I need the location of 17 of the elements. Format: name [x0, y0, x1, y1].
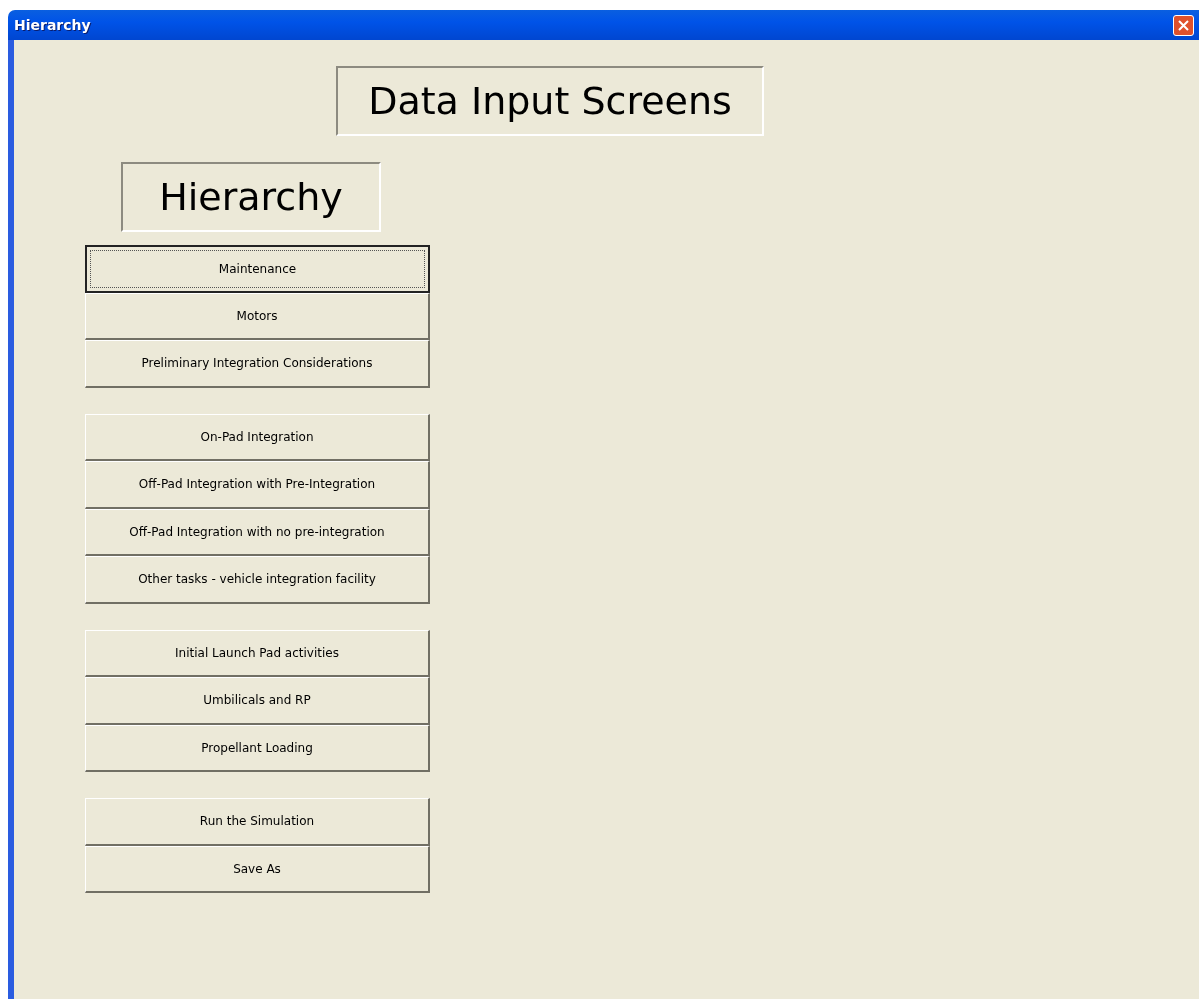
menu-button[interactable]: Initial Launch Pad activities: [85, 629, 430, 677]
menu-button[interactable]: Motors: [85, 292, 430, 340]
menu-button[interactable]: Umbilicals and RP: [85, 677, 430, 725]
menu-button[interactable]: Off-Pad Integration with no pre-integration: [85, 508, 430, 556]
close-icon: [1177, 18, 1190, 32]
menu-button[interactable]: Off-Pad Integration with Pre-Integration: [85, 461, 430, 509]
menu-button[interactable]: Save As: [85, 845, 430, 893]
menu-button[interactable]: Propellant Loading: [85, 724, 430, 772]
menu-button[interactable]: Run the Simulation: [85, 798, 430, 846]
section-label: Hierarchy: [121, 162, 381, 232]
menu-button[interactable]: On-Pad Integration: [85, 413, 430, 461]
menu-button[interactable]: Other tasks - vehicle integration facility: [85, 556, 430, 604]
heading-label: Data Input Screens: [336, 66, 764, 136]
menu-button[interactable]: Preliminary Integration Considerations: [85, 340, 430, 388]
menu-button[interactable]: Maintenance: [85, 245, 430, 293]
window-title: Hierarchy: [14, 17, 91, 33]
close-button[interactable]: [1173, 14, 1194, 36]
